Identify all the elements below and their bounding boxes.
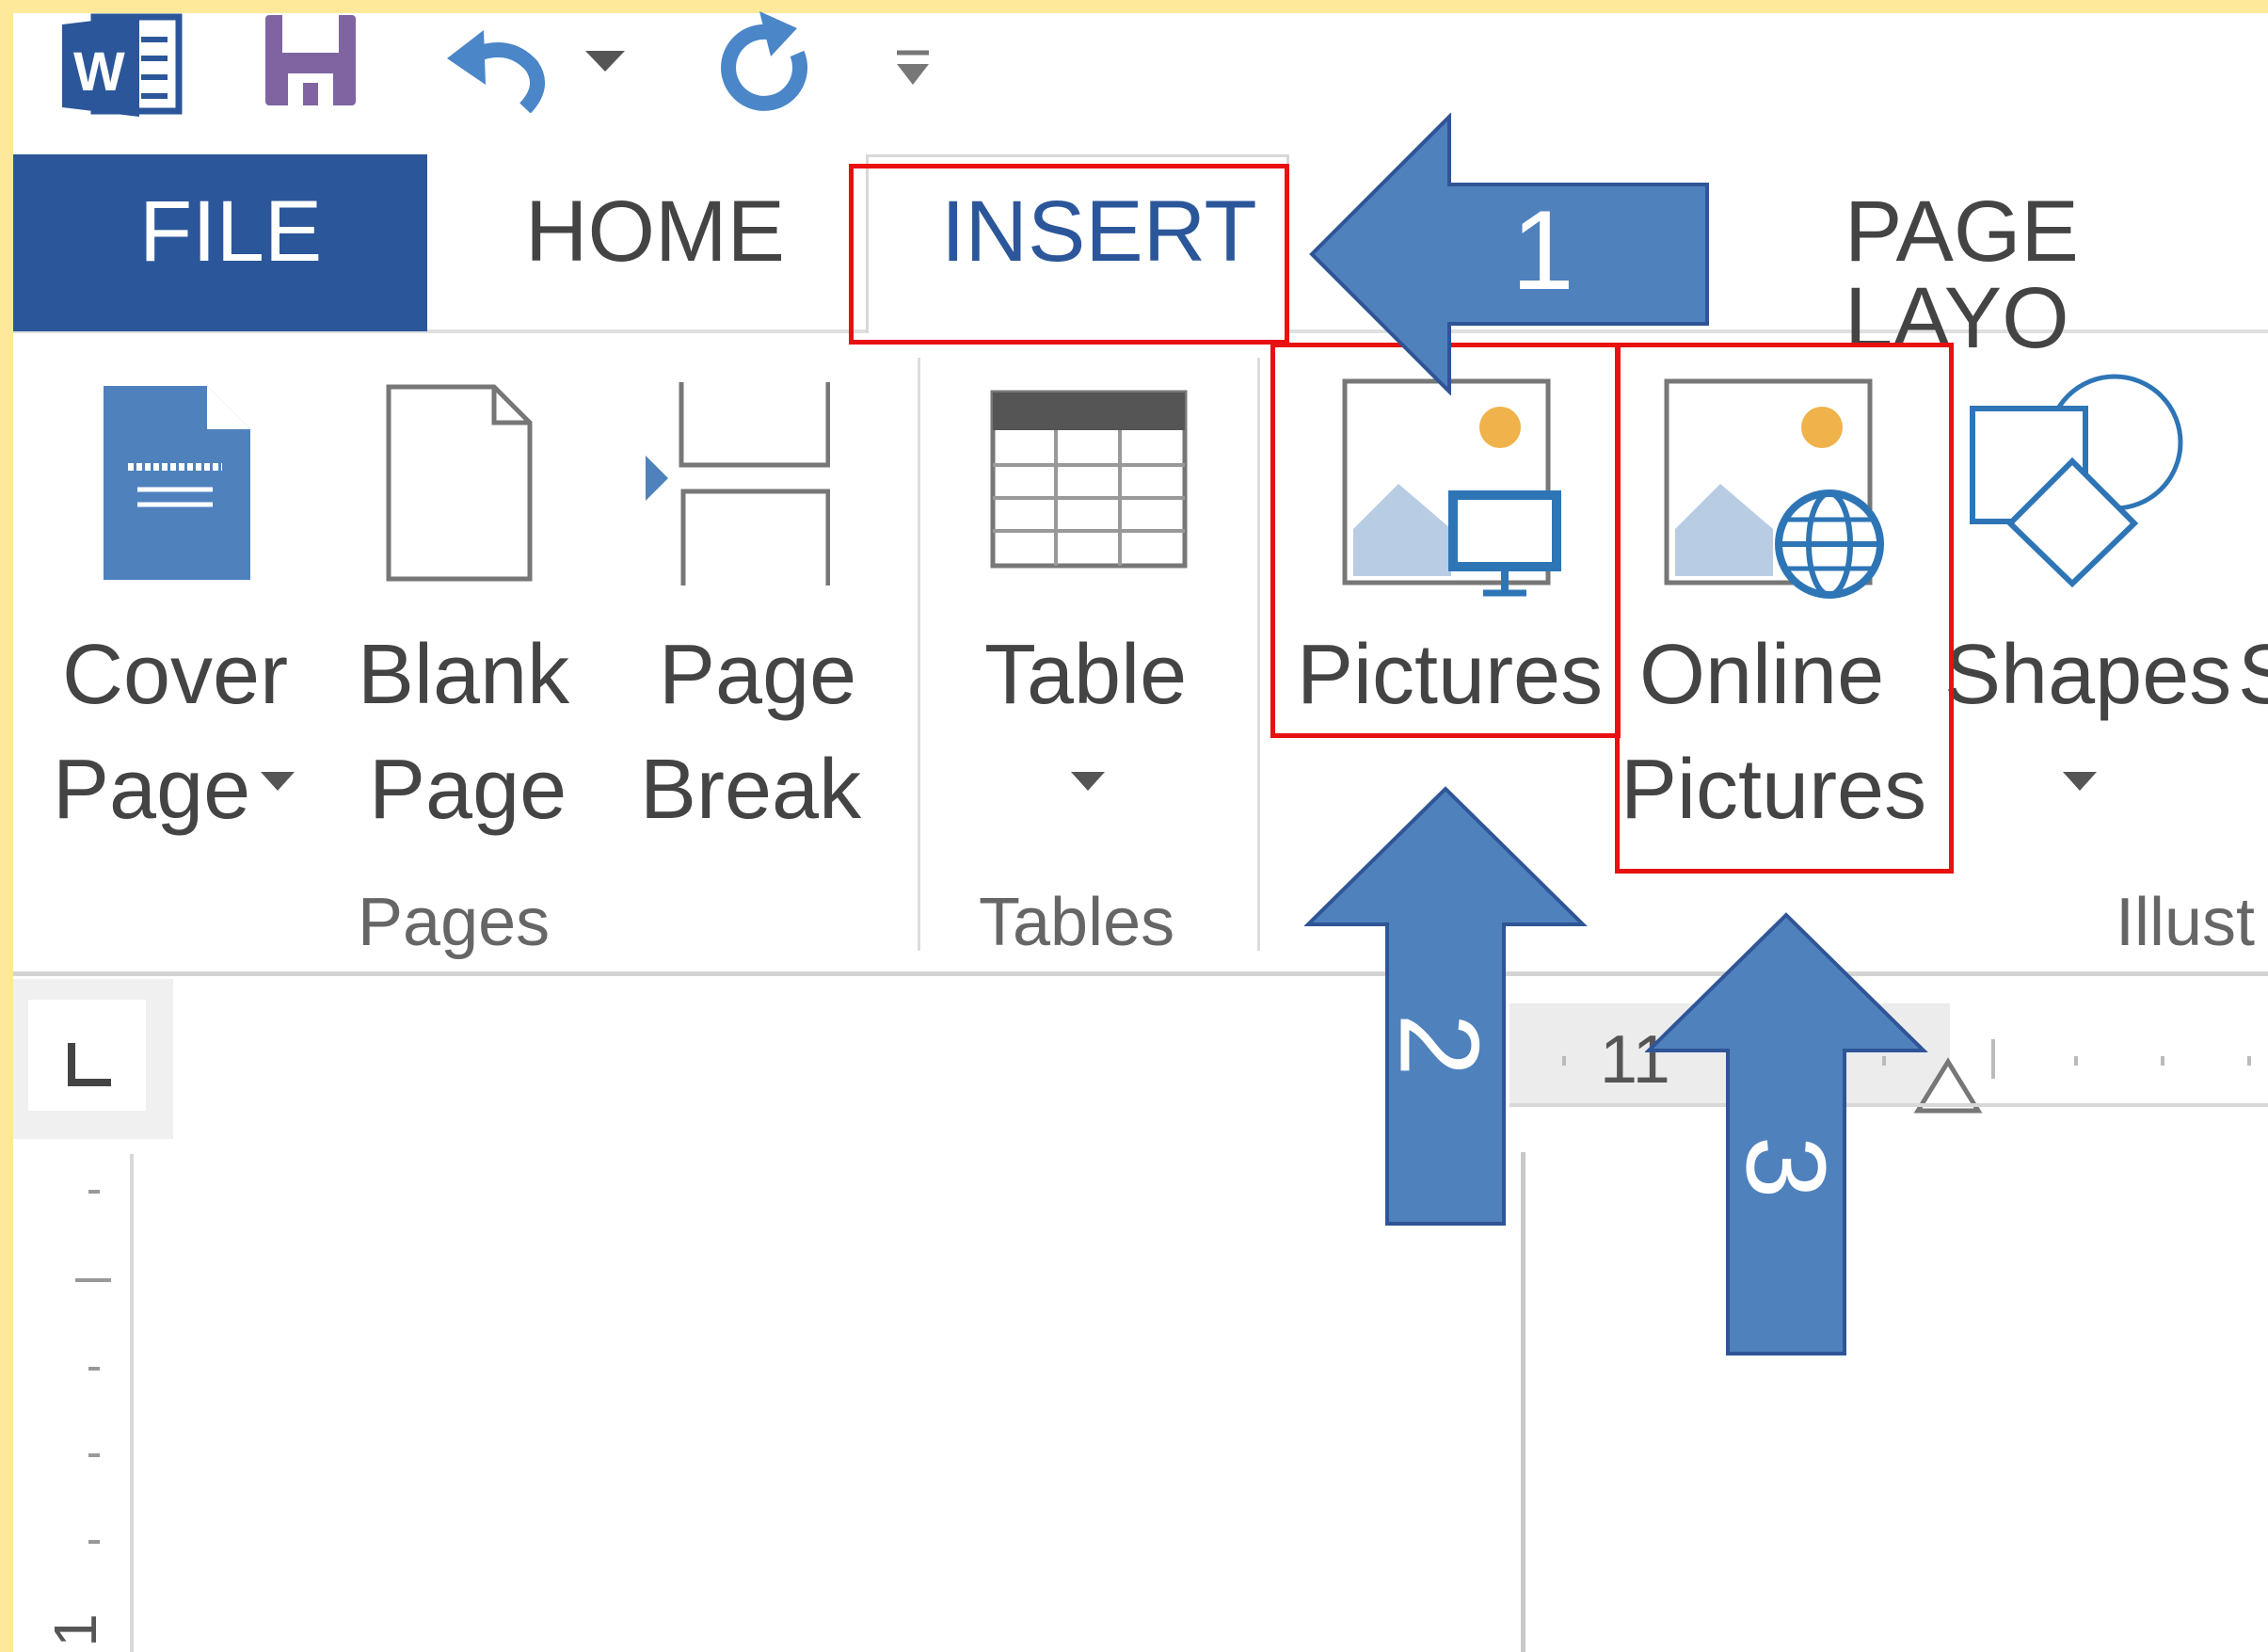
- group-label-tables: Tables: [979, 885, 1175, 960]
- tab-page-layout[interactable]: PAGE LAYO: [1845, 188, 2268, 361]
- undo-dropdown-icon[interactable]: [582, 47, 629, 75]
- highlight-pictures: [1270, 343, 1621, 738]
- step-2-arrow: [1304, 786, 1588, 1226]
- step-1-arrow: [1309, 113, 1709, 395]
- document-page[interactable]: [141, 1154, 1525, 1652]
- customize-qat-icon[interactable]: [889, 47, 936, 89]
- blank-page-label-line1: Blank: [358, 628, 570, 722]
- group-label-pages: Pages: [358, 885, 551, 960]
- image-frame-top: [0, 0, 2268, 13]
- blank-page-label-line2: Page: [369, 743, 567, 837]
- table-icon[interactable]: [990, 390, 1188, 569]
- shapes-icon[interactable]: [1969, 371, 2185, 587]
- ribbon-bottom-divider: [13, 971, 2268, 976]
- cover-page-icon[interactable]: [102, 384, 252, 582]
- tab-selector-button[interactable]: [28, 1000, 146, 1111]
- undo-icon[interactable]: [442, 19, 565, 113]
- partial-next-button-label: S: [2238, 628, 2268, 722]
- highlight-online-pictures: [1615, 343, 1954, 874]
- table-label: Table: [984, 628, 1188, 722]
- ruler-tick: [88, 1367, 100, 1371]
- ruler-tick: [2074, 1056, 2078, 1066]
- left-tab-icon: [68, 1043, 111, 1086]
- step-1-label: 1: [1511, 187, 1574, 313]
- ruler-tick: [1991, 1039, 1995, 1079]
- word-logo-icon[interactable]: W: [56, 11, 188, 120]
- cover-page-label-line1: Cover: [62, 628, 289, 722]
- chevron-down-icon: [2063, 772, 2097, 791]
- shapes-label[interactable]: Shapes: [1944, 633, 2231, 717]
- image-frame-left: [0, 0, 13, 1652]
- chevron-down-icon: [261, 772, 295, 791]
- ruler-tick: [2161, 1056, 2164, 1066]
- highlight-insert-tab: [849, 164, 1289, 345]
- tab-home[interactable]: HOME: [525, 188, 785, 275]
- ruler-tick: [88, 1540, 100, 1544]
- ruler-tick: [88, 1453, 100, 1457]
- group-separator: [1257, 358, 1260, 951]
- chevron-down-icon: [1071, 772, 1105, 791]
- svg-text:W: W: [73, 41, 125, 103]
- ruler-tick: [75, 1278, 111, 1282]
- blank-page-icon[interactable]: [386, 384, 533, 582]
- page-break-label-line1: Page: [659, 628, 857, 722]
- save-icon[interactable]: [264, 13, 358, 107]
- ruler-tick: [2247, 1056, 2251, 1066]
- cover-page-label-line2: Page: [53, 743, 251, 837]
- redo-icon[interactable]: [711, 11, 814, 115]
- vertical-ruler[interactable]: [40, 1154, 134, 1652]
- group-separator: [918, 358, 920, 951]
- ruler-tick: [88, 1190, 100, 1194]
- page-break-label-line2: Break: [640, 743, 862, 837]
- vertical-ruler-marker: 1: [40, 1613, 109, 1647]
- horizontal-ruler-text-area: [1950, 1003, 2268, 1103]
- group-label-illustrations: Illust: [2116, 885, 2256, 960]
- step-2-label: 2: [1376, 1013, 1503, 1077]
- tab-file-label: FILE: [139, 184, 323, 280]
- step-3-label: 3: [1722, 1135, 1849, 1199]
- page-break-icon[interactable]: [642, 380, 830, 587]
- step-3-arrow: [1645, 912, 1928, 1355]
